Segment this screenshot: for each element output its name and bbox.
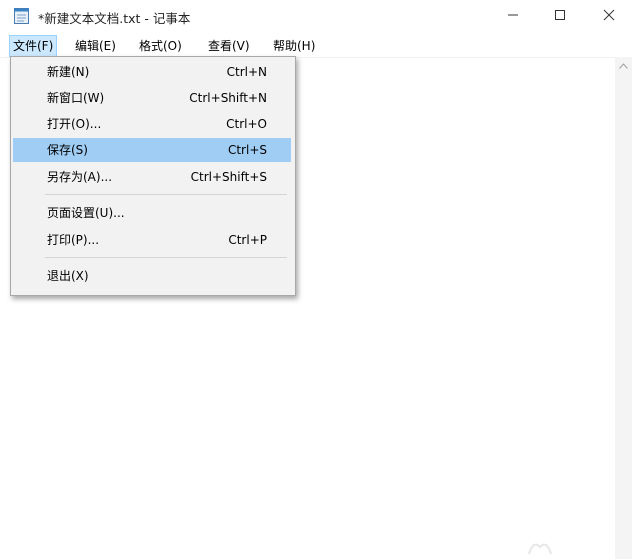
menu-item-page-setup[interactable]: 页面设置(U)...: [13, 201, 291, 225]
menu-item-print[interactable]: 打印(P)... Ctrl+P: [13, 228, 291, 252]
notepad-icon: [14, 8, 29, 24]
chevron-up-icon: [619, 62, 628, 69]
menu-item-save[interactable]: 保存(S) Ctrl+S: [13, 138, 291, 162]
menu-item-label: 新窗口(W): [47, 91, 105, 105]
menu-item-label: 打印(P)...: [47, 233, 100, 247]
close-button[interactable]: [586, 0, 632, 30]
menu-item-shortcut: Ctrl+Shift+S: [190, 170, 267, 184]
menu-format[interactable]: 格式(O): [136, 36, 185, 56]
menu-item-label: 打开(O)...: [47, 117, 102, 131]
menu-view[interactable]: 查看(V): [205, 36, 253, 56]
menu-item-shortcut: Ctrl+S: [227, 143, 267, 157]
file-menu-dropdown: 新建(N) Ctrl+N 新窗口(W) Ctrl+Shift+N 打开(O)..…: [10, 56, 296, 296]
scroll-up-button[interactable]: [615, 57, 632, 74]
minimize-button[interactable]: [490, 0, 536, 30]
window-title: *新建文本文档.txt - 记事本: [38, 11, 191, 26]
menu-separator: [45, 257, 287, 258]
menu-item-exit[interactable]: 退出(X): [13, 264, 291, 288]
close-icon: [603, 9, 615, 21]
title-bar: *新建文本文档.txt - 记事本: [0, 0, 632, 34]
menu-item-save-as[interactable]: 另存为(A)... Ctrl+Shift+S: [13, 165, 291, 189]
menu-item-shortcut: Ctrl+P: [228, 233, 267, 247]
watermark-logo: [528, 543, 552, 555]
maximize-icon: [555, 10, 565, 20]
menu-item-label: 保存(S): [47, 143, 88, 157]
menu-item-label: 页面设置(U)...: [47, 206, 125, 220]
menu-item-open[interactable]: 打开(O)... Ctrl+O: [13, 112, 291, 136]
maximize-button[interactable]: [537, 0, 583, 30]
menu-item-new[interactable]: 新建(N) Ctrl+N: [13, 60, 291, 84]
menu-item-shortcut: Ctrl+Shift+N: [189, 91, 267, 105]
menu-separator: [45, 194, 287, 195]
menu-edit[interactable]: 编辑(E): [72, 36, 119, 56]
menu-item-label: 另存为(A)...: [47, 170, 113, 184]
minimize-icon: [508, 14, 518, 16]
menu-item-shortcut: Ctrl+O: [226, 117, 267, 131]
menu-item-shortcut: Ctrl+N: [226, 65, 267, 79]
menu-item-label: 新建(N): [47, 65, 90, 79]
menu-file[interactable]: 文件(F): [8, 35, 58, 57]
menu-bar: 文件(F) 编辑(E) 格式(O) 查看(V) 帮助(H): [0, 35, 632, 57]
vertical-scrollbar[interactable]: [615, 57, 632, 559]
menu-item-new-window[interactable]: 新窗口(W) Ctrl+Shift+N: [13, 86, 291, 110]
menu-help[interactable]: 帮助(H): [270, 36, 318, 56]
menu-item-label: 退出(X): [47, 269, 89, 283]
